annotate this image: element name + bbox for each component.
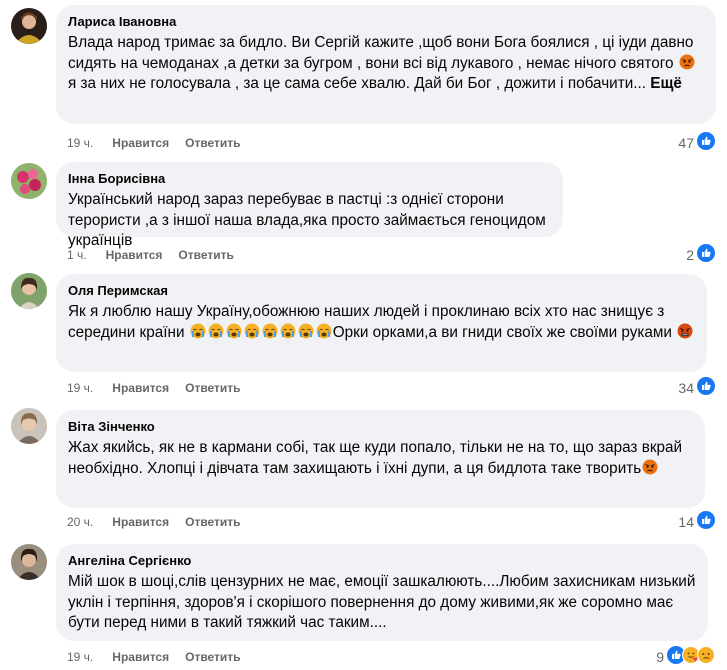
reply-button[interactable]: Ответить <box>178 248 233 262</box>
like-icon <box>697 244 715 265</box>
reactions-summary[interactable]: 9 <box>656 646 715 667</box>
avatar[interactable] <box>11 273 47 309</box>
comment-author[interactable]: Лариса Івановна <box>68 14 704 30</box>
comment-actions: 19 ч. Нравится Ответить <box>67 650 241 664</box>
reactions-summary[interactable]: 34 <box>678 377 715 398</box>
like-icon <box>697 511 715 532</box>
reaction-count: 9 <box>656 648 664 665</box>
comment-author[interactable]: Оля Перимская <box>68 283 695 299</box>
comment-author[interactable]: Інна Борисівна <box>68 171 551 187</box>
comment-bubble: Лариса Івановна Влада народ тримає за би… <box>56 5 716 124</box>
reactions-summary[interactable]: 14 <box>678 511 715 532</box>
like-button[interactable]: Нравится <box>112 515 169 529</box>
avatar-image <box>11 163 47 199</box>
comment-time[interactable]: 19 ч. <box>67 650 93 664</box>
comment-text-part: я за них не голосувала , за це сама себе… <box>68 75 651 92</box>
comment-actions: 1 ч. Нравится Ответить <box>67 248 234 262</box>
reaction-count: 2 <box>686 246 694 263</box>
comment-text-part: Орки орками,а ви гниди своїх же своїми р… <box>332 323 677 341</box>
reply-button[interactable]: Ответить <box>185 650 240 664</box>
cursing-emoji-icon <box>676 323 694 341</box>
avatar[interactable] <box>11 544 47 580</box>
comment-time[interactable]: 1 ч. <box>67 248 87 262</box>
comment-bubble: Ангеліна Сергієнко Мій шок в шоці,слів ц… <box>56 544 708 641</box>
comment-text-part: Жах якийсь, як не в кармани собі, так ще… <box>68 439 683 477</box>
avatar-image <box>11 8 47 44</box>
comment-actions: 19 ч. Нравится Ответить <box>67 381 241 395</box>
like-icon <box>697 377 715 398</box>
avatar[interactable] <box>11 408 47 444</box>
comment-bubble: Оля Перимская Як я люблю нашу Україну,об… <box>56 274 707 372</box>
avatar-image <box>11 408 47 444</box>
comment-time[interactable]: 19 ч. <box>67 381 93 395</box>
comment-author[interactable]: Віта Зінченко <box>68 419 693 435</box>
crying-emoji-icon <box>279 323 297 341</box>
reaction-count: 34 <box>678 379 694 396</box>
crying-emoji-icon <box>207 323 225 341</box>
comment-text: Український народ зараз перебуває в паст… <box>68 191 546 249</box>
comment-actions: 19 ч. Нравится Ответить <box>67 136 241 150</box>
avatar[interactable] <box>11 163 47 199</box>
like-button[interactable]: Нравится <box>112 650 169 664</box>
avatar[interactable] <box>11 8 47 44</box>
comment-bubble: Віта Зінченко Жах якийсь, як не в карман… <box>56 410 705 508</box>
like-button[interactable]: Нравится <box>106 248 163 262</box>
comment-text: Влада народ тримає за бидло. Ви Сергій к… <box>68 33 704 95</box>
avatar-image <box>11 544 47 580</box>
comment-text: Мій шок в шоці,слів цензурних не має, ем… <box>68 573 696 631</box>
comment-text: Як я люблю нашу Україну,обожнюю наших лю… <box>68 302 695 343</box>
like-icon <box>697 132 715 153</box>
sad-icon <box>697 646 715 667</box>
reply-button[interactable]: Ответить <box>185 381 240 395</box>
like-button[interactable]: Нравится <box>112 381 169 395</box>
reactions-summary[interactable]: 47 <box>678 132 715 153</box>
crying-emoji-icon <box>243 323 261 341</box>
comment-actions: 20 ч. Нравится Ответить <box>67 515 241 529</box>
comment-author[interactable]: Ангеліна Сергієнко <box>68 553 696 569</box>
like-button[interactable]: Нравится <box>112 136 169 150</box>
comment-time[interactable]: 20 ч. <box>67 515 93 529</box>
crying-emoji-icon <box>297 323 315 341</box>
angry-emoji-icon <box>641 459 659 477</box>
reaction-count: 14 <box>678 513 694 530</box>
reply-button[interactable]: Ответить <box>185 515 240 529</box>
comment-bubble: Інна Борисівна Український народ зараз п… <box>56 162 563 249</box>
comment-time[interactable]: 19 ч. <box>67 136 93 150</box>
reaction-count: 47 <box>678 134 694 151</box>
angry-emoji-icon <box>679 54 695 70</box>
reply-button[interactable]: Ответить <box>185 136 240 150</box>
reactions-summary[interactable]: 2 <box>686 244 715 265</box>
crying-emoji-icon <box>261 323 279 341</box>
see-more-link[interactable]: Ещё <box>650 75 682 92</box>
comment-text-part: Влада народ тримає за бидло. Ви Сергій к… <box>68 34 694 72</box>
comment-text: Жах якийсь, як не в кармани собі, так ще… <box>68 438 693 479</box>
avatar-image <box>11 273 47 309</box>
crying-emoji-icon <box>225 323 243 341</box>
crying-emoji-icon <box>189 323 207 341</box>
crying-emoji-icon <box>315 323 333 341</box>
